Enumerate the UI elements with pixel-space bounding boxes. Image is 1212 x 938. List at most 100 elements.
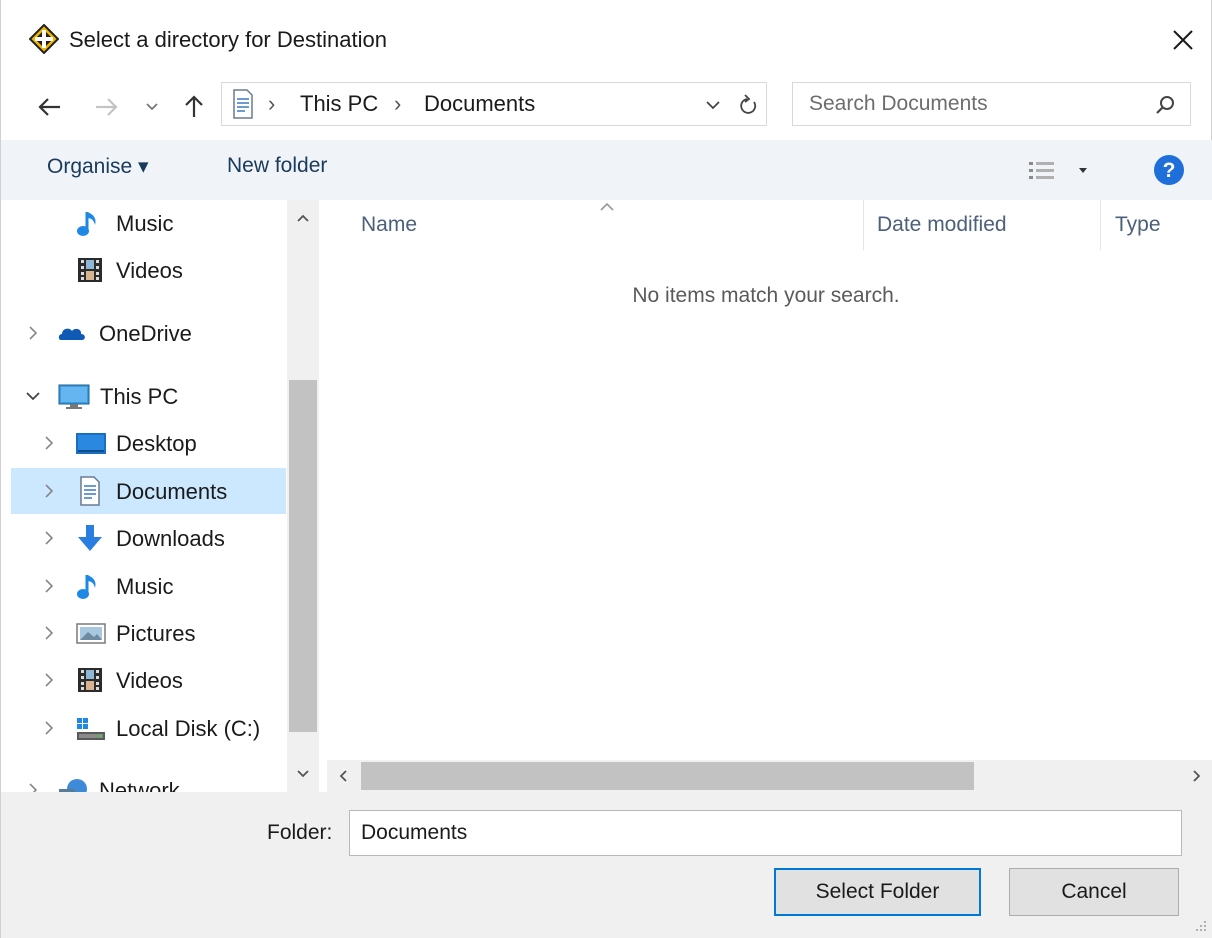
nav-item-label: Documents xyxy=(116,479,228,504)
nav-item-network[interactable]: Network xyxy=(11,767,286,792)
organise-button[interactable]: Organise ▾ xyxy=(47,154,149,179)
refresh-icon xyxy=(740,94,757,114)
arrow-right-icon xyxy=(96,98,118,116)
nav-item-videos[interactable]: Videos xyxy=(11,657,286,703)
column-header-label: Type xyxy=(1115,213,1161,236)
nav-item-music[interactable]: Music xyxy=(11,563,286,609)
nav-item-music-quick[interactable]: Music xyxy=(11,200,286,246)
folder-label: Folder: xyxy=(267,821,333,844)
pictures-icon xyxy=(76,623,106,644)
onedrive-icon xyxy=(58,328,85,340)
window-title: Select a directory for Destination xyxy=(69,27,387,52)
nav-item-this-pc[interactable]: This PC xyxy=(11,373,286,419)
empty-state-text: No items match your search. xyxy=(632,284,900,307)
scroll-right-button[interactable] xyxy=(1181,760,1212,792)
new-folder-button[interactable]: New folder xyxy=(227,154,327,178)
nav-item-label: Music xyxy=(116,211,174,236)
recent-locations-button[interactable] xyxy=(137,90,167,124)
nav-item-desktop[interactable]: Desktop xyxy=(11,420,286,466)
scroll-left-button[interactable] xyxy=(327,760,359,792)
nav-item-onedrive[interactable]: OneDrive xyxy=(11,310,286,356)
change-view-button[interactable] xyxy=(1027,158,1099,184)
chevron-right-icon[interactable] xyxy=(41,575,57,597)
empty-state-message: No items match your search. xyxy=(327,284,1212,308)
arrow-left-icon xyxy=(38,98,60,116)
scroll-up-button[interactable] xyxy=(287,200,319,236)
nav-item-label: Pictures xyxy=(116,621,196,646)
scroll-down-button[interactable] xyxy=(287,756,319,792)
scroll-thumb[interactable] xyxy=(289,380,317,732)
horizontal-scrollbar[interactable] xyxy=(327,760,1212,792)
close-button[interactable] xyxy=(1161,18,1205,62)
command-toolbar: Organise ▾ New folder xyxy=(1,140,1212,200)
nav-item-pictures[interactable]: Pictures xyxy=(11,610,286,656)
local-disk-icon xyxy=(77,718,105,740)
nav-item-label: Network xyxy=(99,778,180,792)
arrow-up-icon xyxy=(185,95,203,117)
chevron-right-icon[interactable] xyxy=(41,527,57,549)
nav-item-label: Downloads xyxy=(116,526,225,551)
nav-item-label: This PC xyxy=(100,384,179,409)
resize-grip-icon[interactable] xyxy=(1191,916,1209,934)
nav-item-label: Videos xyxy=(116,668,183,693)
chevron-left-icon xyxy=(339,770,347,782)
select-folder-button[interactable]: Select Folder xyxy=(774,868,981,916)
breadcrumb-this-pc[interactable]: This PC xyxy=(300,91,378,117)
column-header-name[interactable]: Name xyxy=(327,200,863,250)
cancel-button[interactable]: Cancel xyxy=(1009,868,1179,916)
downloads-icon xyxy=(78,525,102,551)
videos-icon xyxy=(78,258,102,282)
nav-item-label: Music xyxy=(116,574,174,599)
chevron-down-icon xyxy=(297,770,309,778)
close-icon xyxy=(1173,30,1193,50)
column-header-date-modified[interactable]: Date modified xyxy=(864,200,1100,250)
nav-item-label: Local Disk (C:) xyxy=(116,716,261,741)
forward-button[interactable] xyxy=(89,90,123,124)
column-header-label: Name xyxy=(361,213,418,236)
nav-pane-scrollbar[interactable] xyxy=(287,200,319,792)
address-row: › This PC › Documents xyxy=(1,80,1212,140)
breadcrumb-separator: › xyxy=(394,91,402,116)
documents-icon xyxy=(80,476,100,506)
up-button[interactable] xyxy=(177,90,211,124)
chevron-right-icon[interactable] xyxy=(41,717,57,739)
chevron-right-icon[interactable] xyxy=(25,322,41,344)
music-icon xyxy=(77,575,96,599)
address-history-dropdown[interactable] xyxy=(698,89,728,121)
svg-text:?: ? xyxy=(1163,159,1176,182)
breadcrumb-documents[interactable]: Documents xyxy=(424,91,535,117)
folder-name-input[interactable] xyxy=(349,810,1182,856)
column-header-label: Date modified xyxy=(877,213,1007,236)
breadcrumb-separator: › xyxy=(268,91,276,116)
scroll-thumb[interactable] xyxy=(361,762,974,790)
nav-item-local-disk[interactable]: Local Disk (C:) xyxy=(11,705,286,751)
chevron-right-icon[interactable] xyxy=(41,480,57,502)
chevron-right-icon[interactable] xyxy=(41,669,57,691)
search-box[interactable] xyxy=(792,82,1191,126)
column-header-type[interactable]: Type xyxy=(1101,200,1212,250)
search-input[interactable] xyxy=(809,89,1139,119)
chevron-down-icon[interactable] xyxy=(25,385,41,407)
nav-item-videos-quick[interactable]: Videos xyxy=(11,247,286,293)
nav-item-documents[interactable]: Documents xyxy=(11,468,286,514)
address-bar[interactable]: › This PC › Documents xyxy=(221,82,767,126)
chevron-right-icon[interactable] xyxy=(41,432,57,454)
file-list-pane[interactable]: Name Date modified Type No items match y… xyxy=(327,200,1212,792)
help-button[interactable]: ? xyxy=(1153,154,1185,191)
network-icon xyxy=(59,779,87,792)
search-icon[interactable] xyxy=(1151,91,1179,119)
title-bar: Select a directory for Destination xyxy=(1,0,1212,80)
videos-icon xyxy=(78,668,102,692)
documents-icon xyxy=(233,89,253,119)
app-compass-icon xyxy=(29,24,59,54)
nav-item-label: Videos xyxy=(116,258,183,283)
back-button[interactable] xyxy=(33,90,67,124)
refresh-button[interactable] xyxy=(732,89,766,121)
dialog-footer: Folder: Select Folder Cancel xyxy=(1,792,1212,938)
chevron-right-icon[interactable] xyxy=(41,622,57,644)
music-icon xyxy=(77,212,96,236)
nav-item-downloads[interactable]: Downloads xyxy=(11,515,286,561)
chevron-right-icon[interactable] xyxy=(25,779,41,792)
chevron-up-icon xyxy=(297,214,309,222)
chevron-right-icon xyxy=(1193,770,1201,782)
